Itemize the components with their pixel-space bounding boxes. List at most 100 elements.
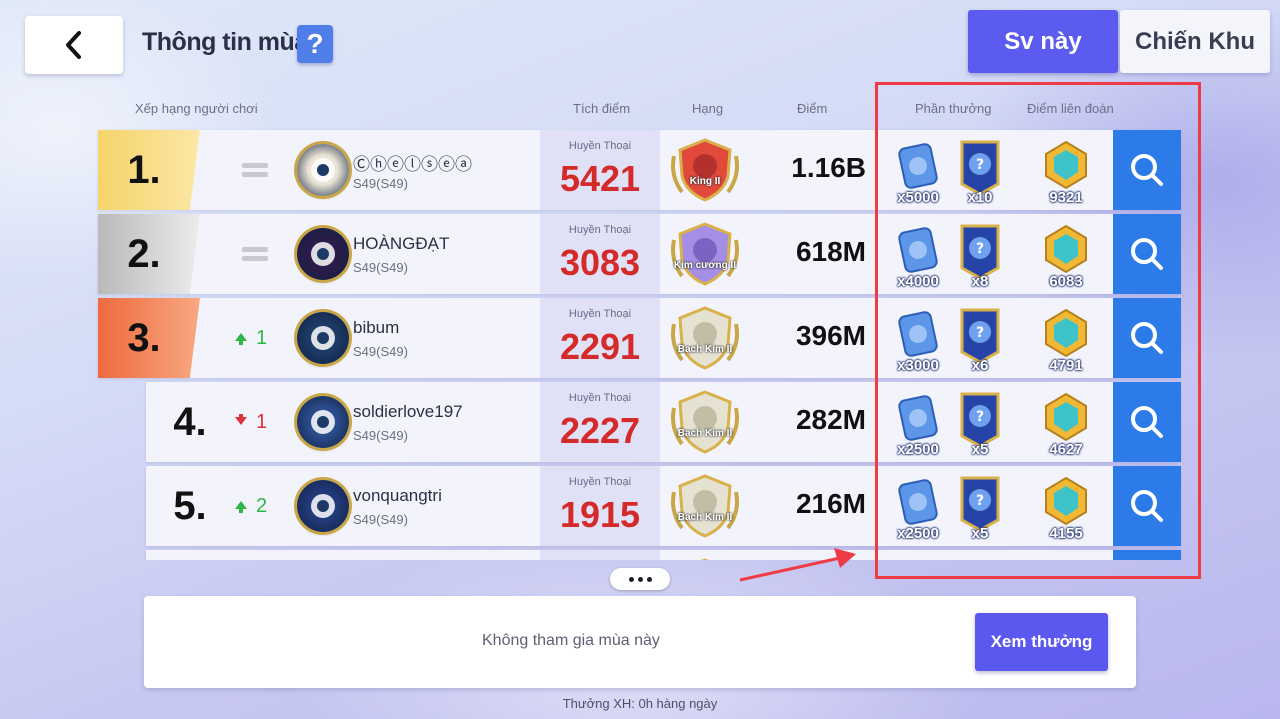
- search-icon: [1131, 322, 1163, 354]
- points-value: 216M: [795, 488, 866, 519]
- tier-label: Huyền Thoại: [568, 140, 632, 152]
- reward-item[interactable]: ? x5: [956, 390, 1004, 458]
- league-points-item: 6083: [1042, 222, 1090, 290]
- view-player-button[interactable]: [1113, 382, 1181, 462]
- search-icon: [1131, 154, 1163, 186]
- rank-change: [242, 244, 292, 264]
- rank-number: 4.: [173, 400, 207, 444]
- rank-badge: Kim cương II: [668, 220, 742, 288]
- reward-item[interactable]: x2500: [894, 390, 942, 458]
- rank-shield-icon: [671, 138, 739, 202]
- arrow-up-icon: [235, 501, 247, 513]
- reward-quantity: x8: [971, 273, 989, 290]
- rank-badge-label: King II: [689, 176, 721, 187]
- column-header-rank: Hạng: [692, 101, 724, 116]
- rank-change: [242, 160, 292, 180]
- player-name: HOÀNGĐẠT: [353, 234, 450, 253]
- equal-icon: [242, 247, 268, 261]
- points-value: 396M: [795, 320, 866, 351]
- reward-item[interactable]: x3000: [894, 306, 942, 374]
- blue-card-icon: [898, 479, 938, 525]
- annotation-arrow: [739, 548, 856, 582]
- score-cell: Huyền Thoại 2291: [540, 298, 660, 378]
- player-name: soldierlove197: [353, 402, 463, 421]
- reward-quantity: x2500: [897, 441, 939, 458]
- league-points-item: 9321: [1042, 138, 1090, 206]
- score-value: 2291: [559, 326, 641, 367]
- reward-item[interactable]: x5000: [894, 138, 942, 206]
- view-player-button[interactable]: [1113, 298, 1181, 378]
- rank-change-value: 1: [256, 410, 268, 433]
- player-name: Ⓒⓗⓔⓛⓢⓔⓐ: [353, 155, 472, 174]
- reward-item[interactable]: x2500: [894, 474, 942, 542]
- tab-chien-khu[interactable]: Chiến Khu: [1120, 10, 1270, 73]
- participation-status: Không tham gia mùa này: [482, 632, 660, 649]
- points-value: 618M: [795, 236, 866, 267]
- tier-label: Huyền Thoại: [568, 308, 632, 320]
- rank-number: 3.: [127, 316, 161, 360]
- avatar[interactable]: [297, 312, 349, 364]
- reward-quantity: x5000: [897, 189, 939, 206]
- table-row[interactable]: 2. HOÀNGĐẠT S49(S49) Huyền Thoại 3083 Kim cươ…: [90, 214, 1200, 294]
- score-cell: Huyền Thoại 1915: [540, 466, 660, 546]
- view-player-button[interactable]: [1113, 214, 1181, 294]
- reward-item[interactable]: ? x6: [956, 306, 1004, 374]
- score-cell: Huyền Thoại 3083: [540, 214, 660, 294]
- view-player-button[interactable]: [1113, 130, 1181, 210]
- blue-card-icon: [898, 395, 938, 441]
- team-crest-icon: [311, 494, 335, 518]
- score-cell: Huyền Thoại 2227: [540, 382, 660, 462]
- rank-change-value: 2: [256, 494, 268, 517]
- reward-item[interactable]: ? x10: [956, 138, 1004, 206]
- score-cell: Huyền Thoại 5421: [540, 130, 660, 210]
- player-server: S49(S49): [353, 176, 408, 191]
- view-rewards-button[interactable]: Xem thưởng: [975, 613, 1108, 671]
- reward-quantity: x5: [971, 441, 989, 458]
- table-row[interactable]: 5. 2 vonquangtri S49(S49) Huyền Thoại 1915 Bạc…: [90, 466, 1200, 546]
- score-value: 3083: [559, 242, 641, 283]
- team-crest-icon: [311, 410, 335, 434]
- score-value: 5421: [559, 158, 641, 199]
- rank-shield-icon: [671, 306, 739, 370]
- my-rank-panel: Không tham gia mùa này Xem thưởng: [144, 596, 1136, 688]
- column-header-points: Điểm: [797, 101, 828, 116]
- avatar[interactable]: [297, 396, 349, 448]
- more-button[interactable]: [610, 568, 670, 590]
- points-value: 1.16B: [791, 152, 866, 183]
- search-icon: [1131, 490, 1163, 522]
- table-row[interactable]: 3. 1 bibum S49(S49) Huyền Thoại 2291 Bạch Kim …: [90, 298, 1200, 378]
- league-points-value: 6083: [1049, 273, 1083, 290]
- reward-item[interactable]: ? x8: [956, 222, 1004, 290]
- view-player-button[interactable]: [1113, 466, 1181, 546]
- player-server: S49(S49): [353, 428, 408, 443]
- reward-item[interactable]: x4000: [894, 222, 942, 290]
- reward-quantity: x3000: [897, 357, 939, 374]
- help-button[interactable]: ?: [297, 25, 333, 63]
- player-name: vonquangtri: [353, 486, 442, 505]
- table-row[interactable]: 1. Ⓒⓗⓔⓛⓢⓔⓐ S49(S49) Huyền Thoại 5421 King II 1…: [90, 130, 1200, 210]
- league-token-icon: [1045, 140, 1087, 190]
- page-title: Thông tin mùa: [142, 28, 308, 56]
- rank-number: 5.: [173, 484, 207, 528]
- reward-item[interactable]: ? x5: [956, 474, 1004, 542]
- leaderboard-table[interactable]: 1. Ⓒⓗⓔⓛⓢⓔⓐ S49(S49) Huyền Thoại 5421 King II 1…: [90, 124, 1200, 560]
- rank-change: 2: [234, 494, 284, 517]
- avatar[interactable]: [297, 480, 349, 532]
- rank-number: 1.: [127, 148, 161, 192]
- rank-badge-label: Bạch Kim II: [677, 428, 733, 439]
- table-row[interactable]: Huyền Thoại: [90, 550, 1200, 560]
- table-row[interactable]: 4. 1 soldierlove197 S49(S49) Huyền Thoại 2227…: [90, 382, 1200, 462]
- league-points-item: 4155: [1042, 474, 1090, 542]
- search-icon: [1131, 406, 1163, 438]
- score-value: 2227: [559, 410, 641, 451]
- back-button[interactable]: [25, 16, 123, 74]
- arrow-up-icon: [235, 333, 247, 345]
- column-header-league-points: Điểm liên đoàn: [1027, 101, 1114, 116]
- search-icon: [1131, 238, 1163, 270]
- points-value: 282M: [795, 404, 866, 435]
- rank-badge: King II: [668, 136, 742, 204]
- view-player-button[interactable]: [1113, 550, 1181, 560]
- avatar[interactable]: [297, 228, 349, 280]
- tab-sv-nay[interactable]: Sv này: [968, 10, 1118, 73]
- avatar[interactable]: [297, 144, 349, 196]
